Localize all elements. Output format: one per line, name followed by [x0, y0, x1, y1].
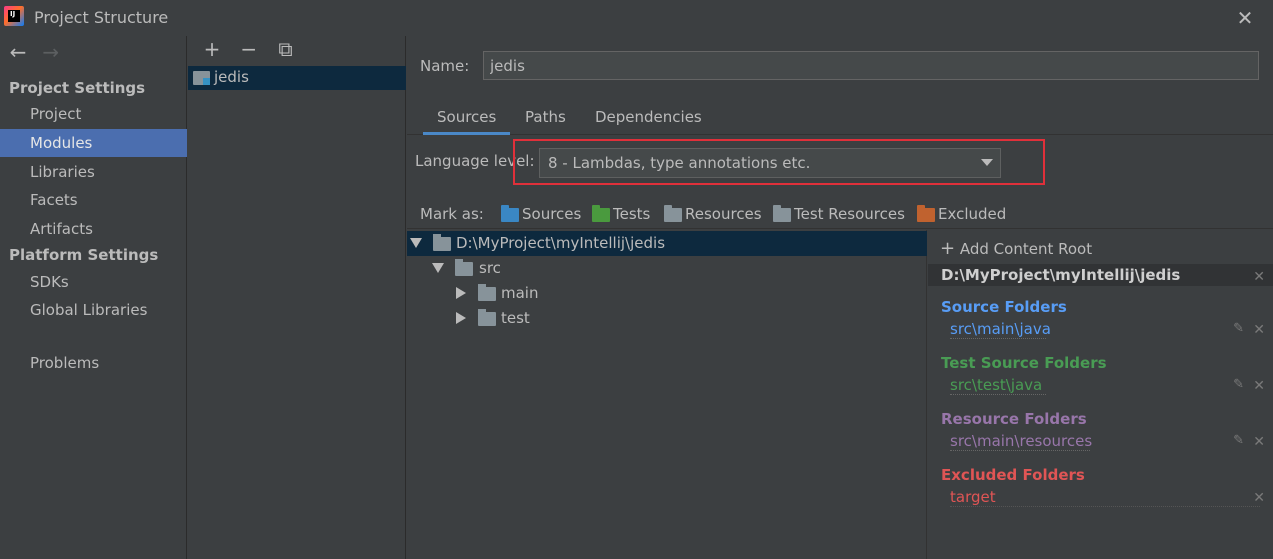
folder-icon	[455, 259, 473, 276]
expand-icon[interactable]	[456, 287, 466, 299]
tree-row-main[interactable]: main	[407, 281, 927, 306]
content-roots-panel: + Add Content Root D:\MyProject\myIntell…	[928, 230, 1273, 559]
resource-folders-title: Resource Folders	[941, 410, 1087, 428]
tab-dependencies[interactable]: Dependencies	[581, 108, 716, 135]
module-list-panel: + − ⧉ jedis	[188, 36, 406, 559]
sidebar-item-global-libraries[interactable]: Global Libraries	[0, 296, 187, 324]
module-list-item[interactable]: jedis	[188, 66, 406, 90]
tree-row-src[interactable]: src	[407, 256, 927, 281]
mark-sources-button[interactable]: Sources	[501, 205, 581, 223]
edit-pencil-icon[interactable]: ✎	[1233, 321, 1244, 336]
mark-sources-label: Sources	[522, 205, 582, 223]
copy-module-button[interactable]: ⧉	[270, 36, 302, 62]
source-folders-title: Source Folders	[941, 298, 1067, 316]
window-title: Project Structure	[34, 8, 169, 27]
tab-sources[interactable]: Sources	[423, 108, 511, 135]
remove-close-icon[interactable]: ✕	[1253, 434, 1265, 450]
sidebar-item-sdks[interactable]: SDKs	[0, 268, 187, 296]
sidebar-item-artifacts[interactable]: Artifacts	[0, 215, 187, 243]
module-toolbar: + − ⧉	[188, 36, 405, 64]
back-arrow-icon[interactable]: ←	[4, 40, 32, 64]
excluded-folder-path[interactable]: target	[950, 488, 1260, 507]
add-module-button[interactable]: +	[196, 36, 228, 62]
remove-module-button[interactable]: −	[233, 36, 265, 62]
excluded-folder-icon	[917, 205, 935, 222]
add-content-root-label: Add Content Root	[959, 240, 1093, 258]
module-name: jedis	[214, 68, 249, 86]
content-root-path-label: D:\MyProject\myIntellij\jedis	[941, 266, 1181, 284]
plus-icon: +	[940, 238, 956, 259]
sources-folder-icon	[501, 205, 519, 222]
tree-src-label: src	[479, 259, 501, 277]
tests-folder-icon	[592, 205, 610, 222]
mark-tests-label: Tests	[613, 205, 651, 223]
title-bar: IJ Project Structure ✕	[0, 0, 1273, 36]
test-source-folders-title: Test Source Folders	[941, 354, 1107, 372]
test-folder-path[interactable]: src\test\java	[950, 376, 1046, 395]
module-folder-icon	[193, 71, 210, 85]
folder-icon	[478, 309, 496, 326]
mark-tests-button[interactable]: Tests	[592, 205, 650, 223]
name-label: Name:	[420, 57, 470, 75]
tree-main-label: main	[501, 284, 539, 302]
excluded-folders-title: Excluded Folders	[941, 466, 1085, 484]
language-level-select[interactable]: 8 - Lambdas, type annotations etc.	[539, 148, 1001, 178]
module-name-input[interactable]	[483, 51, 1259, 80]
remove-close-icon[interactable]: ✕	[1253, 378, 1265, 394]
intellij-logo-icon: IJ	[4, 6, 24, 26]
remove-close-icon[interactable]: ✕	[1253, 322, 1265, 338]
mark-excluded-label: Excluded	[938, 205, 1007, 223]
nav-arrows: ← →	[4, 40, 65, 66]
forward-arrow-icon[interactable]: →	[37, 40, 65, 64]
tree-row-root[interactable]: D:\MyProject\myIntellij\jedis	[407, 231, 927, 256]
mark-test-resources-button[interactable]: Test Resources	[773, 205, 905, 223]
remove-close-icon[interactable]: ✕	[1253, 490, 1265, 506]
mark-excluded-button[interactable]: Excluded	[917, 205, 1006, 223]
add-content-root-button[interactable]: + Add Content Root	[940, 238, 1092, 259]
mark-as-label: Mark as:	[420, 205, 484, 223]
source-tree: D:\MyProject\myIntellij\jedis src main t…	[407, 230, 927, 559]
sidebar-item-modules[interactable]: Modules	[0, 129, 187, 157]
folder-icon	[433, 234, 451, 251]
tree-row-test[interactable]: test	[407, 306, 927, 331]
mark-resources-label: Resources	[685, 205, 762, 223]
language-level-value: 8 - Lambdas, type annotations etc.	[548, 154, 811, 172]
collapse-icon[interactable]	[432, 263, 444, 273]
project-settings-header: Project Settings	[9, 79, 146, 97]
tree-test-label: test	[501, 309, 530, 327]
folder-icon	[478, 284, 496, 301]
sidebar-item-problems[interactable]: Problems	[0, 349, 187, 377]
remove-root-close-icon[interactable]: ✕	[1253, 266, 1265, 288]
mark-resources-button[interactable]: Resources	[664, 205, 762, 223]
content-root-path: D:\MyProject\myIntellij\jedis ✕	[928, 264, 1273, 286]
platform-settings-header: Platform Settings	[9, 246, 159, 264]
chevron-down-icon	[981, 159, 993, 166]
edit-pencil-icon[interactable]: ✎	[1233, 433, 1244, 448]
sidebar-item-facets[interactable]: Facets	[0, 186, 187, 214]
mark-as-toolbar: Mark as: Sources Tests Resources Test Re…	[407, 201, 1273, 229]
close-button[interactable]: ✕	[1233, 6, 1257, 30]
sidebar-item-project[interactable]: Project	[0, 100, 187, 128]
module-details-panel: Name: Sources Paths Dependencies Languag…	[407, 36, 1273, 559]
tab-paths[interactable]: Paths	[511, 108, 580, 135]
sidebar-item-libraries[interactable]: Libraries	[0, 158, 187, 186]
collapse-icon[interactable]	[410, 238, 422, 248]
edit-pencil-icon[interactable]: ✎	[1233, 377, 1244, 392]
test-resources-folder-icon	[773, 205, 791, 222]
resources-folder-icon	[664, 205, 682, 222]
expand-icon[interactable]	[456, 312, 466, 324]
settings-sidebar: ← → Project Settings Project Modules Lib…	[0, 36, 187, 559]
module-tabs: Sources Paths Dependencies	[407, 102, 1273, 135]
resource-folder-path[interactable]: src\main\resources	[950, 432, 1092, 451]
tree-root-label: D:\MyProject\myIntellij\jedis	[456, 234, 666, 252]
source-folder-path[interactable]: src\main\java	[950, 320, 1051, 339]
mark-test-resources-label: Test Resources	[794, 205, 905, 223]
